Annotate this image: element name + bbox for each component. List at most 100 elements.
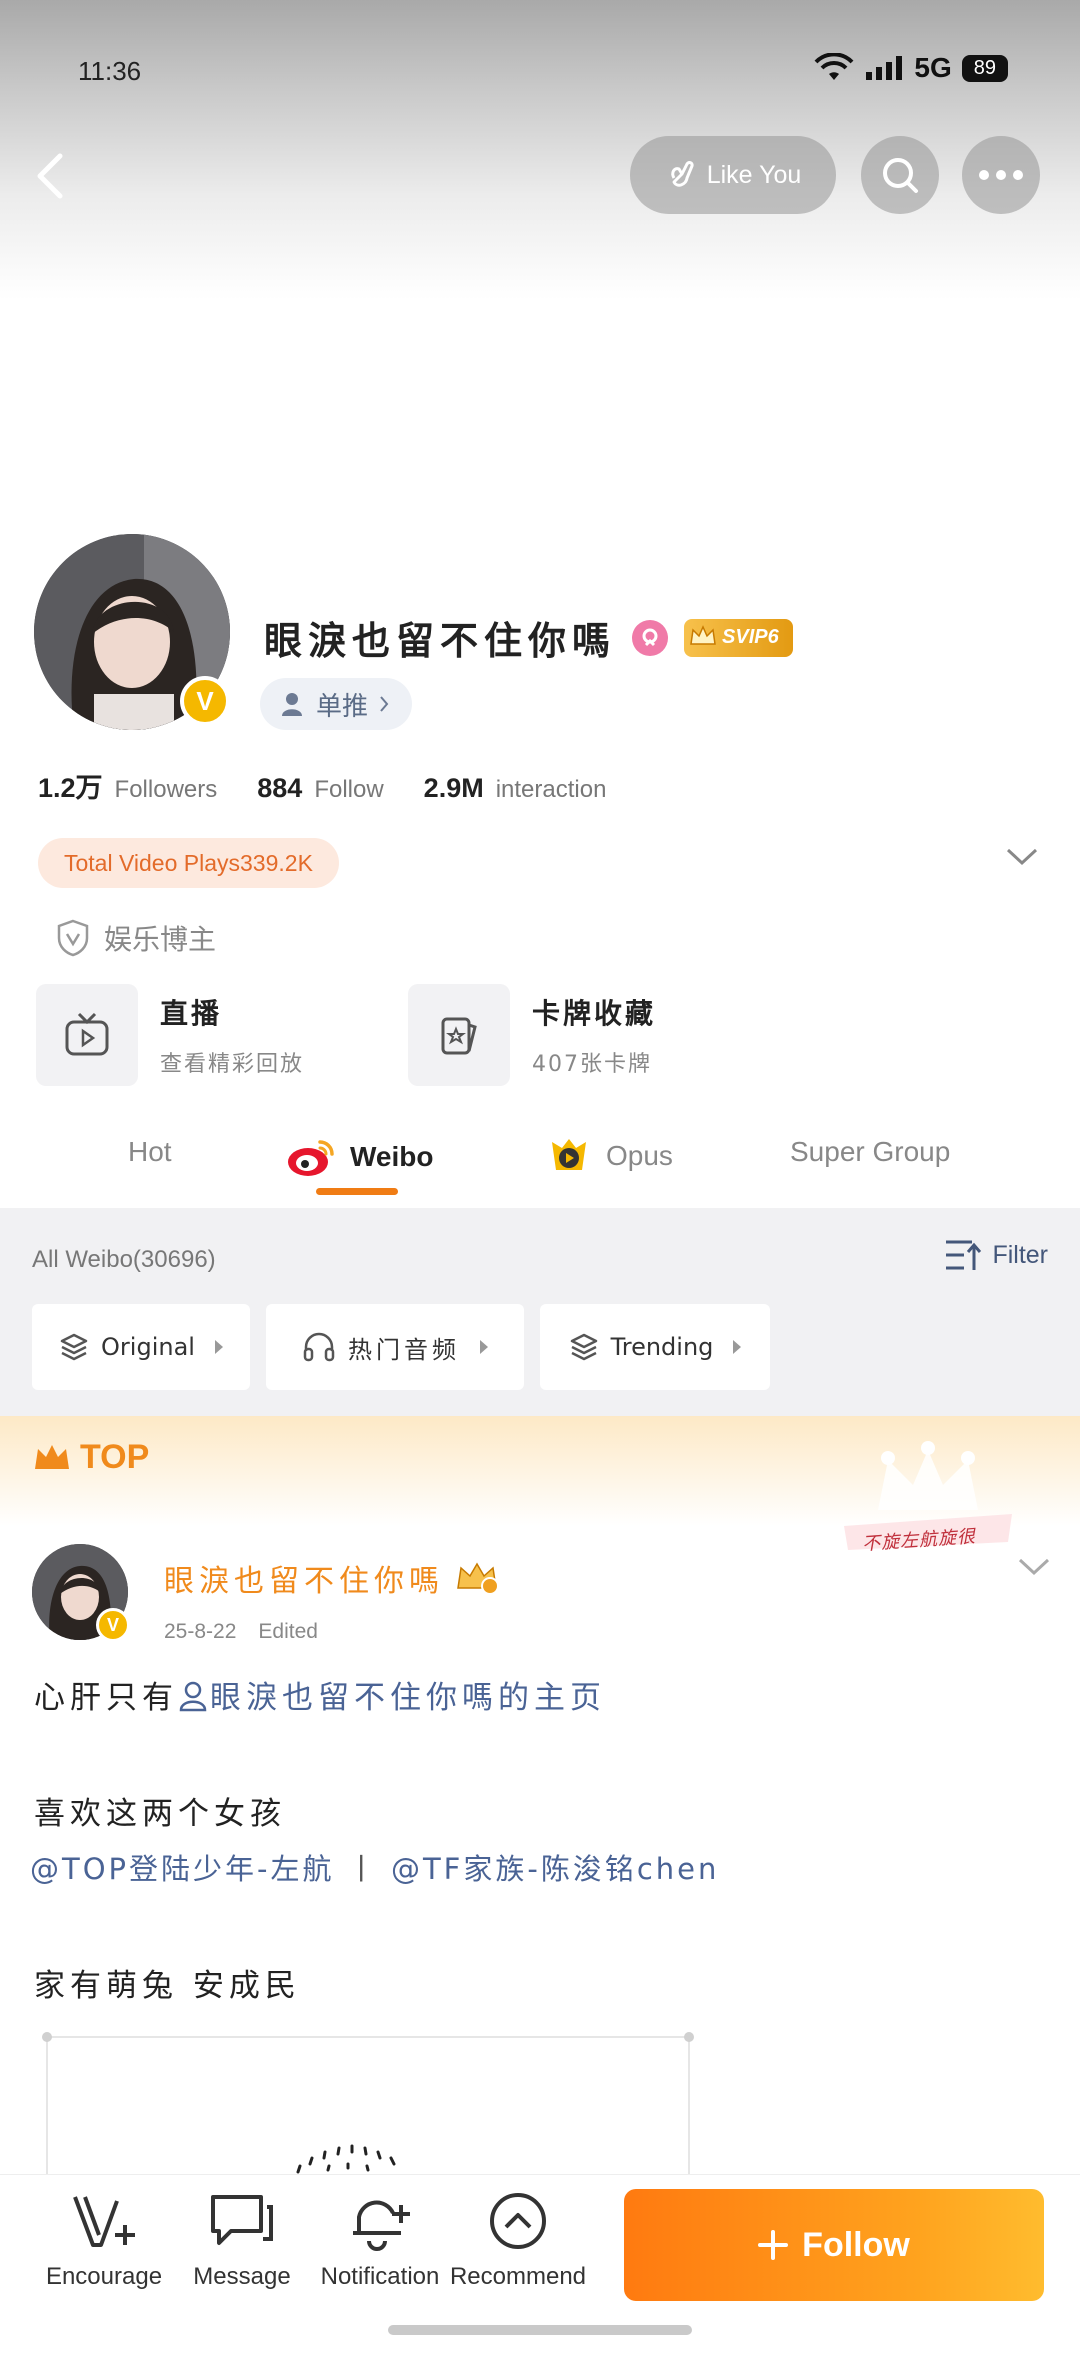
profile-stats: 1.2万 Followers 884 Follow 2.9M interacti…: [38, 766, 646, 805]
tab-super-group[interactable]: Super Group: [790, 1136, 950, 1168]
shield-icon: [57, 919, 89, 957]
followers-stat[interactable]: 1.2万 Followers: [38, 766, 217, 805]
card-collection-title: 卡牌收藏: [532, 997, 657, 1030]
caret-right-icon: [214, 1340, 223, 1354]
search-icon: [883, 158, 918, 193]
notification-button[interactable]: Notification: [310, 2191, 450, 2291]
profile-tag-label: 单推: [316, 691, 369, 722]
interaction-stat[interactable]: 2.9M interaction: [424, 773, 607, 804]
svip-badge[interactable]: SVIP6: [684, 618, 793, 657]
message-button[interactable]: Message: [172, 2191, 312, 2291]
profile-tag-chip[interactable]: 单推: [260, 678, 413, 730]
filter-chip-original[interactable]: Original: [32, 1304, 250, 1390]
signal-icon: [866, 56, 903, 80]
home-indicator[interactable]: [388, 2325, 692, 2335]
certification-row: 娱乐博主: [56, 918, 216, 958]
profile-avatar[interactable]: V: [34, 534, 230, 730]
mention-link[interactable]: @TF家族-陈浚铭chen: [391, 1852, 719, 1886]
filter-chip-hot-audio[interactable]: 热门音频: [266, 1304, 524, 1390]
post-date: 25-8-22: [164, 1620, 237, 1643]
filter-chip-trending[interactable]: Trending: [540, 1304, 770, 1390]
notification-label: Notification: [320, 2263, 440, 2290]
post-line-3: @TOP登陆少年-左航 丨 @TF家族-陈浚铭chen: [30, 1846, 719, 1888]
back-arrow-icon: [37, 153, 63, 199]
homepage-link[interactable]: 眼淚也留不住你嗎的主页: [210, 1680, 606, 1716]
plus-icon: [758, 2230, 789, 2260]
card-collection-icon: [441, 1017, 477, 1055]
post-author-row: 眼淚也留不住你嗎: [164, 1556, 500, 1600]
encourage-v-icon: [73, 2196, 135, 2247]
status-time: 11:36: [78, 56, 142, 86]
profile-tabs: Hot Weibo Opus Super Group: [0, 1126, 1080, 1206]
layers-icon: [570, 1333, 597, 1361]
network-type: 5G: [914, 52, 952, 83]
status-bar: 11:36 5G 89: [0, 52, 1080, 92]
encourage-label: Encourage: [45, 2263, 163, 2290]
recommend-label: Recommend: [449, 2263, 587, 2290]
image-corner-dot: [42, 2032, 52, 2042]
follow-button[interactable]: Follow: [624, 2189, 1044, 2301]
like-you-button[interactable]: Like You: [630, 136, 836, 214]
expand-chevron-icon[interactable]: [1004, 846, 1040, 868]
live-card-subtitle: 查看精彩回放: [160, 1052, 305, 1077]
following-stat[interactable]: 884 Follow: [257, 773, 383, 804]
encourage-button[interactable]: Encourage: [34, 2191, 174, 2291]
live-card-title: 直播: [160, 997, 223, 1030]
more-button[interactable]: [962, 136, 1040, 214]
filter-icon: [946, 1240, 982, 1270]
search-button[interactable]: [861, 136, 939, 214]
filter-chip-label: Original: [101, 1333, 195, 1361]
pinned-text: TOP: [80, 1438, 150, 1476]
verified-badge-icon: V: [180, 676, 230, 726]
pink-badge-icon[interactable]: [632, 619, 669, 656]
recommend-up-icon: [490, 2193, 546, 2249]
crown-icon: [35, 1444, 69, 1469]
stat-label: Follow: [314, 776, 384, 803]
top-nav-bar: Like You: [0, 136, 1080, 216]
tv-icon: [65, 1012, 109, 1056]
post-edited[interactable]: Edited: [258, 1620, 318, 1644]
post-author-avatar[interactable]: V: [32, 1544, 132, 1644]
pinned-label: TOP: [32, 1438, 149, 1477]
finger-heart-icon: [671, 161, 694, 187]
stat-label: Followers: [114, 776, 218, 803]
all-weibo-count: All Weibo(30696): [32, 1246, 216, 1273]
certification-label: 娱乐博主: [104, 923, 217, 956]
verified-badge-icon: V: [96, 1608, 130, 1642]
vip-crown-icon: [457, 1562, 499, 1595]
layers-icon: [60, 1333, 88, 1361]
filter-chip-label: Trending: [610, 1333, 714, 1361]
mention-separator: 丨: [346, 1852, 379, 1886]
post-text: 心肝只有: [34, 1680, 178, 1716]
svip-level: SVIP6: [722, 626, 779, 648]
post-menu-chevron-icon[interactable]: [1016, 1556, 1052, 1578]
tab-label: Opus: [606, 1140, 673, 1171]
filter-button[interactable]: Filter: [944, 1238, 1048, 1272]
tab-hot[interactable]: Hot: [128, 1136, 172, 1168]
post-author-name[interactable]: 眼淚也留不住你嗎: [164, 1556, 444, 1600]
tab-weibo[interactable]: Weibo: [286, 1136, 433, 1178]
recommend-button[interactable]: Recommend: [448, 2191, 588, 2291]
card-collection-card[interactable]: 卡牌收藏 407张卡牌: [408, 984, 656, 1086]
video-plays-chip[interactable]: Total Video Plays339.2K: [38, 838, 339, 888]
tab-opus[interactable]: Opus: [544, 1136, 673, 1176]
back-button[interactable]: [26, 146, 76, 206]
card-collection-subtitle: 407张卡牌: [532, 1052, 652, 1077]
weibo-logo-icon: [288, 1140, 334, 1176]
tab-label: Super Group: [790, 1136, 951, 1167]
opus-play-icon: [552, 1139, 586, 1170]
crown-icon: [690, 624, 716, 645]
decorative-stamp: 不旋左航旋很: [838, 1440, 1018, 1570]
bell-plus-icon: [353, 2200, 410, 2251]
image-corner-dot: [684, 2032, 694, 2042]
live-card[interactable]: 直播 查看精彩回放: [36, 984, 304, 1086]
loading-sparkle-icon: [296, 2144, 396, 2174]
profile-name-row: 眼淚也留不住你嗎 SVIP6: [264, 610, 793, 665]
headphones-icon: [303, 1332, 335, 1362]
stat-label: interaction: [495, 776, 607, 803]
user-outline-icon: [179, 1681, 207, 1712]
battery-indicator: 89: [961, 54, 1008, 82]
more-dots-icon: [979, 170, 1023, 180]
caret-right-icon: [480, 1340, 488, 1354]
mention-link[interactable]: @TOP登陆少年-左航: [30, 1852, 335, 1886]
